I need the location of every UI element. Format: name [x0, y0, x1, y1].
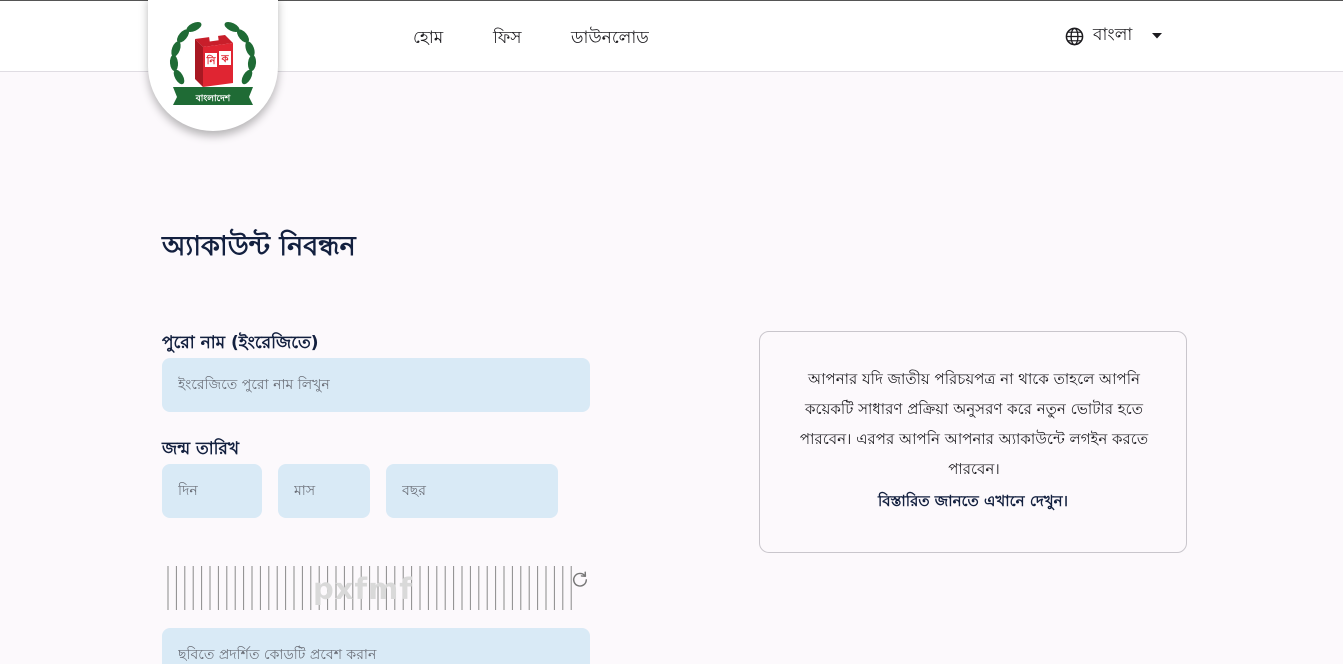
caret-down-icon — [1152, 33, 1163, 39]
nav-home[interactable]: হোম — [413, 25, 443, 53]
dob-label: জন্ম তারিখ — [162, 439, 240, 459]
ec-logo[interactable]: নি ক বাংলাদেশ — [148, 0, 278, 131]
globe-icon — [1065, 27, 1084, 45]
full-name-input[interactable] — [162, 358, 590, 412]
captcha-text: pxfmf — [313, 572, 413, 606]
ballot-box-logo: নি ক বাংলাদেশ — [169, 22, 257, 105]
page-title: অ্যাকাউন্ট নিবন্ধন — [162, 231, 356, 262]
full-name-label: পুরো নাম (ইংরেজিতে) — [162, 333, 319, 353]
svg-text:ক: ক — [221, 54, 230, 65]
refresh-icon[interactable] — [571, 570, 589, 588]
nav-download[interactable]: ডাউনলোড — [571, 25, 649, 53]
info-card: আপনার যদি জাতীয় পরিচয়পত্র না থাকে তাহল… — [759, 331, 1187, 553]
language-label: বাংলা — [1093, 25, 1133, 45]
info-text: আপনার যদি জাতীয় পরিচয়পত্র না থাকে তাহল… — [799, 370, 1149, 478]
svg-text:বাংলাদেশ: বাংলাদেশ — [195, 94, 231, 104]
language-selector[interactable]: বাংলা — [1065, 23, 1163, 49]
captcha-input[interactable] — [162, 628, 590, 664]
details-link[interactable]: বিস্তারিত জানতে এখানে দেখুন। — [760, 490, 1186, 515]
dob-month-input[interactable] — [278, 464, 370, 518]
dob-year-input[interactable] — [386, 464, 558, 518]
nav-fees[interactable]: ফিস — [493, 25, 522, 53]
dob-day-input[interactable] — [162, 464, 262, 518]
svg-text:নি: নি — [206, 54, 217, 67]
